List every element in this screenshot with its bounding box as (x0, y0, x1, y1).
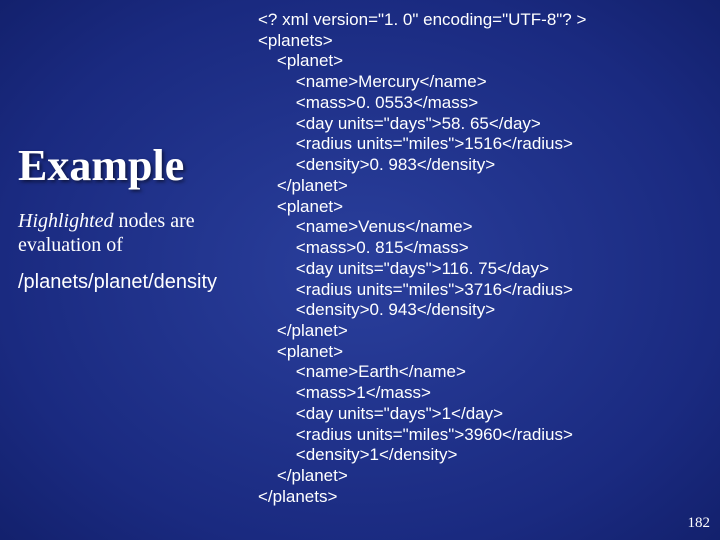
page-number: 182 (688, 515, 711, 532)
slide-title: Example (18, 140, 248, 191)
subtitle: Highlighted nodes are evaluation of (18, 209, 248, 257)
subtitle-italic-word: Highlighted (18, 210, 114, 232)
left-column: Example Highlighted nodes are evaluation… (18, 140, 248, 294)
xml-code-block: <? xml version="1. 0" encoding="UTF-8"? … (258, 10, 586, 508)
xpath-expression: /planets/planet/density (18, 271, 248, 294)
